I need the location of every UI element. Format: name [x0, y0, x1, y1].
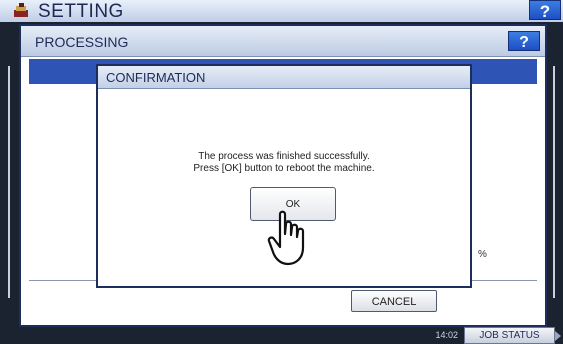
cancel-button[interactable]: CANCEL — [351, 290, 437, 312]
confirmation-dialog-header: CONFIRMATION — [98, 66, 470, 89]
job-status-button[interactable]: JOB STATUS — [464, 327, 555, 344]
processing-dialog-header: PROCESSING ? — [21, 26, 545, 57]
confirmation-dialog-title: CONFIRMATION — [106, 70, 206, 85]
progress-percent-partial: % — [478, 249, 487, 260]
confirmation-message-line1: The process was finished successfully. — [198, 151, 370, 162]
frame-divider-right — [553, 66, 555, 298]
app-title: SETTING — [38, 1, 124, 22]
triangle-right-icon — [555, 331, 561, 341]
confirmation-message-line2: Press [OK] button to reboot the machine. — [193, 163, 375, 174]
confirmation-message: The process was finished successfully. P… — [98, 151, 470, 175]
clock: 14:02 — [435, 330, 458, 340]
settings-app-icon — [14, 3, 28, 17]
frame-divider-left — [8, 66, 10, 298]
processing-help-button[interactable]: ? — [508, 31, 540, 51]
hand-pointer-icon — [267, 210, 305, 266]
processing-dialog-title: PROCESSING — [35, 34, 129, 50]
help-button[interactable]: ? — [529, 0, 561, 21]
app-header: SETTING — [0, 0, 563, 22]
